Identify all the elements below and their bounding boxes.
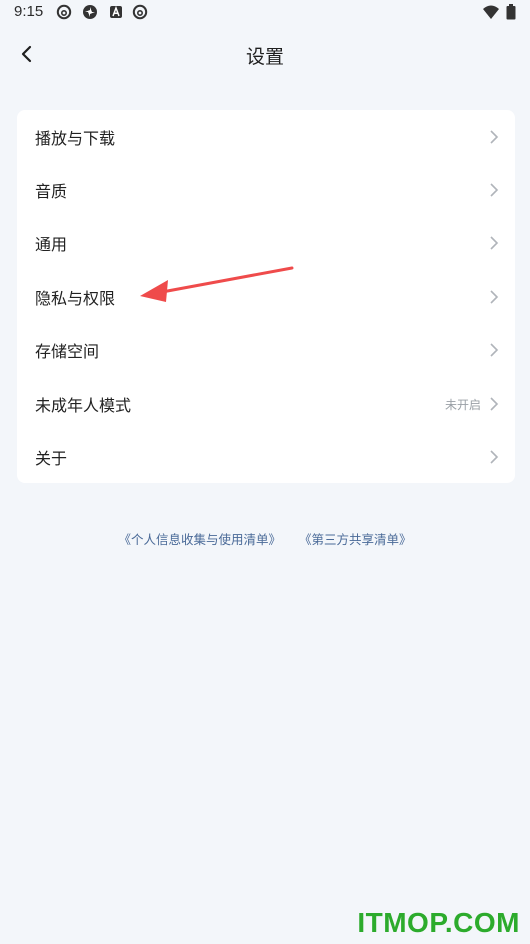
settings-item-about[interactable]: 关于 — [17, 430, 515, 483]
chevron-right-icon — [490, 236, 499, 250]
settings-item-label: 通用 — [35, 235, 68, 254]
settings-item-label: 音质 — [35, 182, 68, 201]
settings-item-minor-mode[interactable]: 未成年人模式 未开启 — [17, 377, 515, 430]
chevron-right-icon — [490, 183, 499, 197]
chevron-right-icon — [490, 397, 499, 411]
watermark-logo: ITMOP.COM — [357, 907, 520, 938]
settings-item-label: 存储空间 — [35, 342, 100, 361]
pinwheel-icon — [83, 5, 97, 19]
settings-item-label: 关于 — [35, 449, 68, 468]
settings-item-storage[interactable]: 存储空间 — [17, 323, 515, 376]
header: 设置 — [0, 32, 530, 78]
settings-item-playback-download[interactable]: 播放与下载 — [17, 110, 515, 163]
settings-item-privacy-permissions[interactable]: 隐私与权限 — [17, 270, 515, 323]
wifi-icon — [483, 5, 499, 19]
chevron-right-icon — [490, 290, 499, 304]
privacy-list-link[interactable]: 《个人信息收集与使用清单》 — [118, 532, 281, 547]
status-bar: 9:15 — [0, 0, 530, 28]
settings-item-label: 隐私与权限 — [35, 289, 116, 308]
chevron-right-icon — [490, 343, 499, 357]
footer-links: 《个人信息收集与使用清单》 《第三方共享清单》 — [0, 529, 530, 548]
netease-music-icon — [132, 4, 148, 20]
a-badge-icon — [110, 5, 122, 18]
settings-item-label: 播放与下载 — [35, 129, 116, 148]
chevron-right-icon — [490, 450, 499, 464]
third-party-list-link[interactable]: 《第三方共享清单》 — [299, 532, 412, 547]
minor-mode-status: 未开启 — [444, 398, 481, 412]
page-title: 设置 — [245, 46, 284, 68]
settings-item-general[interactable]: 通用 — [17, 216, 515, 269]
settings-item-audio-quality[interactable]: 音质 — [17, 163, 515, 216]
settings-list: 播放与下载 音质 通用 隐私与权限 存储空间 未成年人模式 未开启 关于 — [17, 110, 515, 483]
settings-item-label: 未成年人模式 — [35, 396, 132, 415]
netease-music-icon — [56, 4, 72, 20]
battery-icon — [506, 4, 516, 20]
chevron-right-icon — [490, 130, 499, 144]
status-time: 9:15 — [14, 3, 44, 20]
